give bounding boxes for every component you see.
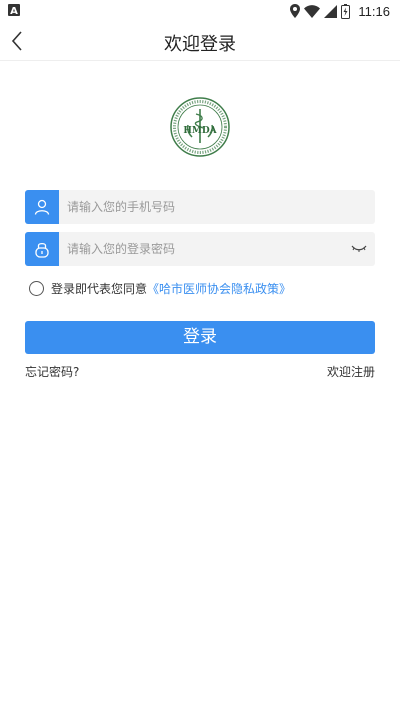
- svg-text:A: A: [10, 6, 18, 17]
- page-title: 欢迎登录: [164, 34, 236, 55]
- eye-closed-icon[interactable]: [351, 244, 367, 254]
- phone-input[interactable]: [67, 190, 337, 224]
- lock-icon-box: [25, 232, 59, 266]
- agreement-row: 登录即代表您同意 《哈市医师协会隐私政策》: [29, 278, 291, 298]
- status-time: 11:16: [358, 3, 390, 19]
- location-icon: [290, 4, 301, 18]
- phone-field: [25, 190, 375, 224]
- signal-icon: [324, 4, 338, 18]
- notification-a-icon: A: [8, 4, 20, 17]
- password-field: [25, 232, 375, 266]
- forgot-password-link[interactable]: 忘记密码?: [25, 363, 79, 380]
- battery-icon: [341, 3, 351, 19]
- user-icon-box: [25, 190, 59, 224]
- agreement-text: 登录即代表您同意: [51, 281, 148, 296]
- privacy-policy-link[interactable]: 《哈市医师协会隐私政策》: [147, 280, 291, 297]
- app-header: 欢迎登录: [0, 22, 400, 61]
- wifi-icon: [304, 4, 321, 18]
- hmda-logo: HMDA: [170, 97, 230, 157]
- lock-icon: [35, 242, 49, 258]
- register-link[interactable]: 欢迎注册: [327, 363, 375, 380]
- status-bar: A 11:16: [0, 0, 400, 22]
- login-button[interactable]: 登录: [25, 321, 375, 354]
- agreement-radio[interactable]: [29, 280, 44, 296]
- logo-text: HMDA: [183, 126, 217, 136]
- password-input[interactable]: [67, 232, 337, 266]
- user-icon: [34, 199, 50, 215]
